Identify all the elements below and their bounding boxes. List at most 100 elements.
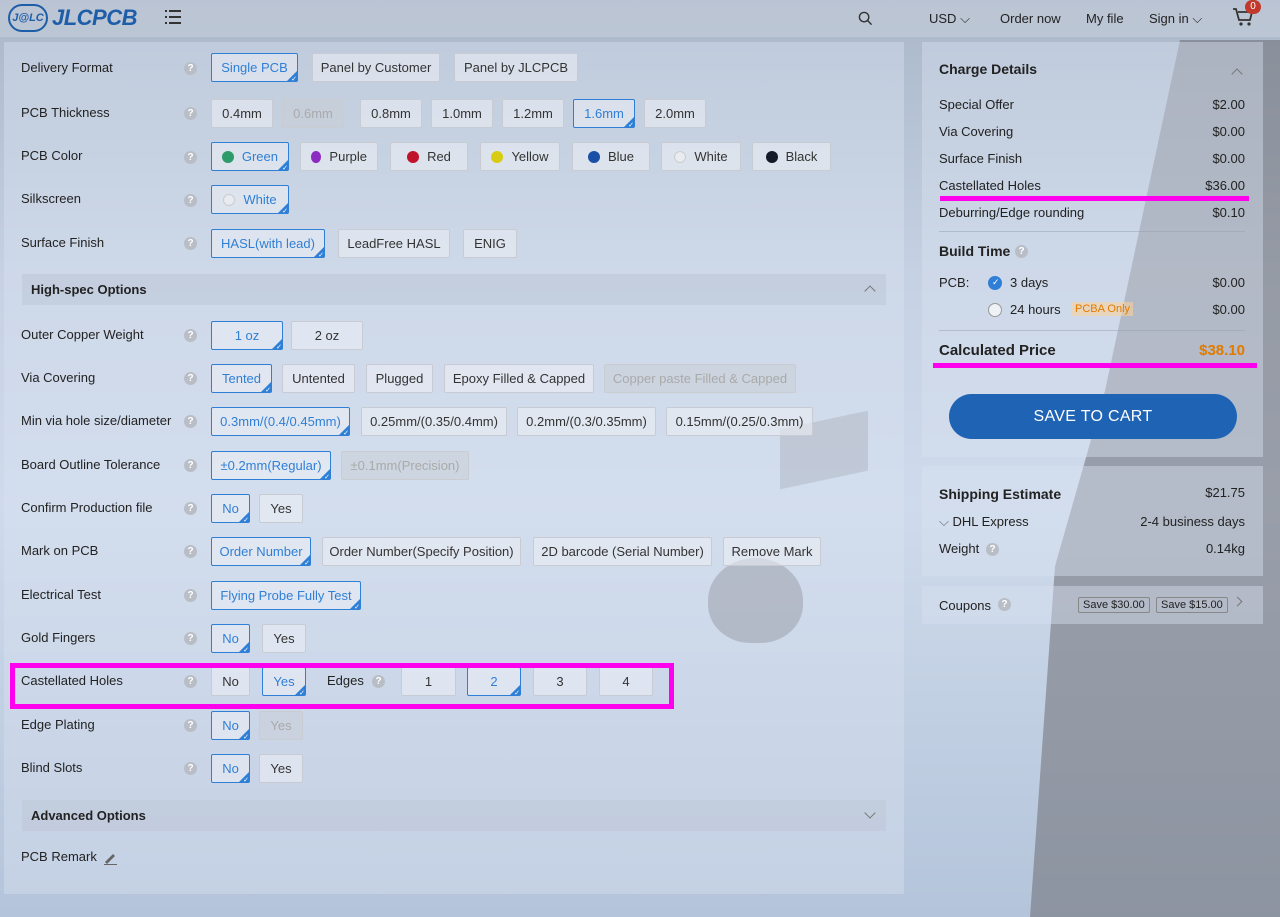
weight-value: 0.14kg xyxy=(1205,541,1245,556)
mark-remove[interactable]: Remove Mark xyxy=(723,537,821,566)
build-3days-value: $0.00 xyxy=(1212,275,1245,290)
mark-order-number-position[interactable]: Order Number(Specify Position) xyxy=(322,537,521,566)
coupon-tag: Save $30.00 xyxy=(1078,597,1150,613)
help-icon[interactable]: ? xyxy=(184,459,197,472)
search-icon[interactable] xyxy=(858,11,873,26)
coupons-label: Coupons xyxy=(939,598,992,613)
copper-1oz[interactable]: 1 oz xyxy=(211,321,283,351)
sign-in-link[interactable]: Sign in ⌵ xyxy=(1149,11,1202,27)
jlcpcb-logo[interactable]: J@LC JLCPCB xyxy=(8,4,138,32)
help-icon[interactable]: ? xyxy=(184,329,197,342)
blind-slots-no[interactable]: No xyxy=(211,754,250,784)
finish-hasl-lead[interactable]: HASL(with lead) xyxy=(211,229,325,259)
build-3days-label: 3 days xyxy=(1010,275,1049,290)
currency-selector[interactable]: USD ⌵ xyxy=(929,11,970,27)
high-spec-title: High-spec Options xyxy=(31,282,147,297)
charge-label: Deburring/Edge rounding xyxy=(939,205,1085,220)
finish-enig[interactable]: ENIG xyxy=(463,229,517,258)
etest-flying-probe[interactable]: Flying Probe Fully Test xyxy=(211,581,361,611)
color-green-label: Green xyxy=(241,149,278,164)
shipping-method-label: DHL Express xyxy=(952,514,1029,529)
mark-2d-barcode[interactable]: 2D barcode (Serial Number) xyxy=(533,537,712,566)
gold-yes[interactable]: Yes xyxy=(262,624,306,653)
build-3days-radio[interactable] xyxy=(988,276,1002,290)
color-yellow[interactable]: Yellow xyxy=(480,142,560,171)
charge-value: $0.00 xyxy=(1212,151,1245,166)
delivery-panel-customer[interactable]: Panel by Customer xyxy=(312,53,440,82)
thickness-1-2[interactable]: 1.2mm xyxy=(502,99,564,128)
via-epoxy-filled[interactable]: Epoxy Filled & Capped xyxy=(444,364,594,393)
help-icon[interactable]: ? xyxy=(184,194,197,207)
confirm-no[interactable]: No xyxy=(211,494,250,524)
advanced-options-header[interactable]: Advanced Options xyxy=(22,800,886,831)
copper-2oz[interactable]: 2 oz xyxy=(291,321,363,350)
build-24h-radio[interactable] xyxy=(988,303,1002,317)
edge-plating-yes: Yes xyxy=(259,711,303,740)
color-black[interactable]: Black xyxy=(752,142,831,171)
divider xyxy=(939,330,1245,331)
high-spec-options-header[interactable]: High-spec Options xyxy=(22,274,886,305)
help-icon[interactable]: ? xyxy=(184,589,197,602)
logo-mark: J@LC xyxy=(8,4,48,32)
delivery-format-label: Delivery Format xyxy=(21,60,113,75)
build-time-title: Build Time xyxy=(939,243,1011,259)
help-icon[interactable]: ? xyxy=(184,62,197,75)
blind-slots-yes[interactable]: Yes xyxy=(259,754,303,783)
menu-icon[interactable] xyxy=(165,10,181,24)
delivery-single-pcb[interactable]: Single PCB xyxy=(211,53,298,83)
help-icon[interactable]: ? xyxy=(184,545,197,558)
thickness-0-4[interactable]: 0.4mm xyxy=(211,99,273,128)
mark-order-number[interactable]: Order Number xyxy=(211,537,311,567)
via-covering-label: Via Covering xyxy=(21,370,96,385)
color-red[interactable]: Red xyxy=(390,142,468,171)
confirm-yes[interactable]: Yes xyxy=(259,494,303,523)
help-icon[interactable]: ? xyxy=(1015,245,1028,258)
thickness-1-0[interactable]: 1.0mm xyxy=(431,99,493,128)
thickness-1-6[interactable]: 1.6mm xyxy=(573,99,635,129)
help-icon[interactable]: ? xyxy=(184,151,197,164)
currency-label: USD xyxy=(929,11,957,26)
via-untented[interactable]: Untented xyxy=(282,364,355,393)
thickness-2-0[interactable]: 2.0mm xyxy=(644,99,706,128)
via-tented[interactable]: Tented xyxy=(211,364,272,394)
help-icon[interactable]: ? xyxy=(986,543,999,556)
minvia-0-3[interactable]: 0.3mm/(0.4/0.45mm) xyxy=(211,407,350,437)
silkscreen-white[interactable]: White xyxy=(211,185,289,215)
divider xyxy=(939,231,1245,232)
color-white[interactable]: White xyxy=(661,142,741,171)
minvia-0-25[interactable]: 0.25mm/(0.35/0.4mm) xyxy=(361,407,507,436)
minvia-0-2[interactable]: 0.2mm/(0.3/0.35mm) xyxy=(517,407,656,436)
top-nav-bar: J@LC JLCPCB USD ⌵ Order now My file Sign… xyxy=(0,0,1280,37)
charge-label: Special Offer xyxy=(939,97,1014,112)
help-icon[interactable]: ? xyxy=(184,237,197,250)
color-blue[interactable]: Blue xyxy=(572,142,650,171)
pencil-icon[interactable] xyxy=(103,850,118,865)
help-icon[interactable]: ? xyxy=(184,762,197,775)
help-icon[interactable]: ? xyxy=(184,632,197,645)
minvia-0-15[interactable]: 0.15mm/(0.25/0.3mm) xyxy=(666,407,813,436)
color-purple[interactable]: Purple xyxy=(300,142,378,171)
shipping-days: 2-4 business days xyxy=(1140,514,1245,529)
save-to-cart-button[interactable]: SAVE TO CART xyxy=(949,394,1237,439)
delivery-panel-jlcpcb[interactable]: Panel by JLCPCB xyxy=(454,53,578,82)
shipping-method-selector[interactable]: ⌵ DHL Express xyxy=(939,514,1029,530)
help-icon[interactable]: ? xyxy=(998,598,1011,611)
white-swatch-icon xyxy=(674,150,687,163)
my-file-link[interactable]: My file xyxy=(1086,11,1124,26)
thickness-0-8[interactable]: 0.8mm xyxy=(360,99,422,128)
help-icon[interactable]: ? xyxy=(184,372,197,385)
via-plugged[interactable]: Plugged xyxy=(366,364,433,393)
silkscreen-white-label: White xyxy=(243,192,277,207)
color-green[interactable]: Green xyxy=(211,142,289,172)
order-now-link[interactable]: Order now xyxy=(1000,11,1061,26)
help-icon[interactable]: ? xyxy=(184,415,197,428)
gold-no[interactable]: No xyxy=(211,624,250,654)
help-icon[interactable]: ? xyxy=(184,719,197,732)
calculated-price-label: Calculated Price xyxy=(939,342,1056,359)
electrical-test-label: Electrical Test xyxy=(21,587,101,602)
help-icon[interactable]: ? xyxy=(184,502,197,515)
help-icon[interactable]: ? xyxy=(184,107,197,120)
edge-plating-no[interactable]: No xyxy=(211,711,250,741)
outline-regular[interactable]: ±0.2mm(Regular) xyxy=(211,451,331,481)
finish-leadfree-hasl[interactable]: LeadFree HASL xyxy=(338,229,450,258)
